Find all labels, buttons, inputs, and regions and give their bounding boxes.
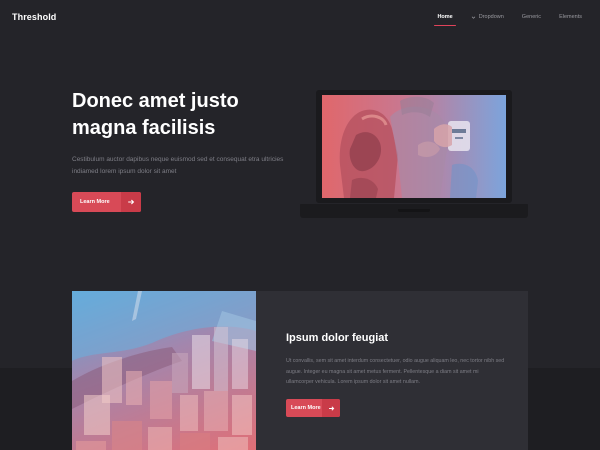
- laptop-screen-image: [322, 95, 506, 198]
- arrow-right-icon: [322, 399, 340, 417]
- city-photo-image: [72, 291, 256, 450]
- nav-item-generic[interactable]: Generic: [522, 14, 541, 20]
- nav-item-home[interactable]: Home: [434, 14, 456, 26]
- feature-text: Ut convallis, sem sit amet interdum cons…: [286, 358, 505, 385]
- laptop-base: [300, 204, 528, 218]
- hero-text: Cestibulum auctor dapibus neque euismod …: [72, 156, 284, 175]
- chevron-down-icon: [471, 16, 475, 19]
- hero-learn-more-label: Learn More: [80, 199, 110, 205]
- feature-title: Ipsum dolor feugiat: [286, 332, 389, 344]
- nav-item-elements[interactable]: Elements: [559, 14, 582, 20]
- nav-item-generic-label: Generic: [521, 14, 542, 20]
- nav-item-dropdown[interactable]: Dropdown: [471, 14, 504, 20]
- feature-learn-more-button[interactable]: Learn More: [286, 399, 340, 417]
- brand-logo[interactable]: Threshold: [12, 12, 56, 22]
- person-photo-image: [339, 96, 478, 198]
- hero-title: Donec amet justo magna facilisis: [72, 90, 239, 139]
- header: Threshold Home Dropdown Generic Elements: [0, 0, 600, 36]
- hero-learn-more-button[interactable]: Learn More: [72, 192, 141, 212]
- main-nav: Home Dropdown Generic Elements: [419, 14, 582, 26]
- city-aerial-image: [72, 291, 256, 450]
- laptop-screen-frame: [316, 90, 512, 203]
- nav-item-dropdown-label: Dropdown: [478, 14, 504, 20]
- laptop-notch: [398, 209, 430, 212]
- feature-learn-more-label: Learn More: [291, 405, 321, 411]
- page: Threshold Home Dropdown Generic Elements…: [0, 0, 600, 450]
- arrow-right-icon: [121, 192, 141, 212]
- nav-item-elements-label: Elements: [559, 14, 582, 20]
- active-underline: [434, 24, 456, 26]
- nav-item-home-label: Home: [437, 14, 453, 20]
